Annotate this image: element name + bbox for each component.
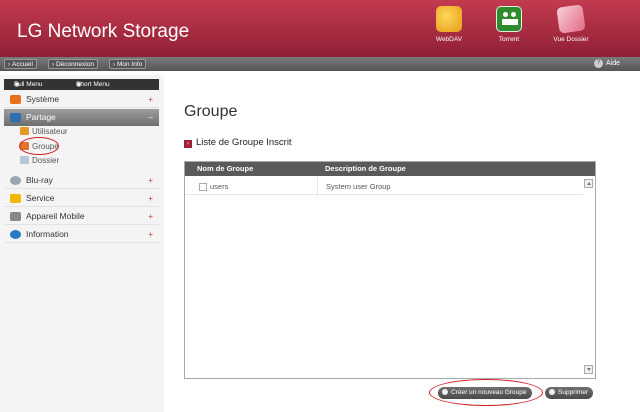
highlight-ring-create	[429, 379, 543, 406]
highlight-ring-groupe	[19, 137, 59, 155]
sidebar-item-label: Système	[26, 94, 60, 104]
expand-icon: +	[148, 230, 153, 239]
help-link[interactable]: ? Aide	[594, 59, 620, 69]
scroll-up-button[interactable]	[584, 179, 593, 188]
tab-short-menu[interactable]: Short Menu ◉	[76, 79, 110, 90]
sidebar-item-partage[interactable]: Partage –	[4, 109, 159, 126]
info-icon	[10, 230, 21, 239]
user-icon	[20, 127, 29, 135]
sidebar-item-label: Service	[26, 193, 55, 203]
expand-icon: +	[148, 176, 153, 185]
column-header-name: Nom de Groupe	[197, 164, 254, 173]
sidebar-item-information[interactable]: Information +	[4, 226, 159, 243]
top-toolbar: › Accueil › Déconnexion › Mon Info ? Aide	[0, 57, 640, 71]
folder-view-shortcut[interactable]: Vue Dossier	[546, 4, 596, 43]
torrent-label: Torrent	[498, 36, 520, 43]
webdav-shortcut[interactable]: WebDAV	[424, 6, 474, 43]
torrent-shortcut[interactable]: Torrent	[484, 6, 534, 43]
folder-view-label: Vue Dossier	[553, 36, 589, 43]
mobile-icon	[10, 212, 21, 221]
delete-icon	[549, 389, 555, 395]
table-header: Nom de Groupe Description de Groupe	[185, 162, 595, 176]
collapse-icon: –	[148, 113, 153, 122]
share-icon	[10, 113, 21, 122]
webdav-icon	[436, 6, 462, 32]
torrent-icon	[496, 6, 522, 32]
help-icon: ?	[594, 59, 603, 68]
scroll-down-button[interactable]	[584, 365, 593, 374]
system-icon	[10, 95, 21, 104]
sidebar-item-label: Appareil Mobile	[26, 211, 85, 221]
star-icon	[10, 194, 21, 203]
home-button[interactable]: › Accueil	[4, 59, 37, 69]
table-row[interactable]: users System user Group	[185, 179, 583, 195]
section-marker-icon: ›	[184, 140, 192, 148]
sidebar-item-label: Blu-ray	[26, 175, 53, 185]
app-header: LG Network Storage WebDAV Torrent Vue Do…	[0, 0, 640, 60]
expand-icon: +	[148, 212, 153, 221]
sidebar-item-label: Information	[26, 229, 69, 239]
section-title: › Liste de Groupe Inscrit	[184, 137, 292, 148]
delete-button[interactable]: Supprimer	[545, 387, 593, 399]
sidebar-item-service[interactable]: Service +	[4, 190, 159, 207]
logout-button[interactable]: › Déconnexion	[48, 59, 98, 69]
app-title: LG Network Storage	[17, 21, 190, 42]
sidebar-item-label: Partage	[26, 112, 56, 122]
bluray-icon	[10, 176, 21, 185]
sidebar-item-bluray[interactable]: Blu-ray +	[4, 172, 159, 189]
sidebar-item-appareil-mobile[interactable]: Appareil Mobile +	[4, 208, 159, 225]
folder-icon	[20, 156, 29, 164]
column-header-description: Description de Groupe	[325, 164, 406, 173]
expand-icon: +	[148, 95, 153, 104]
expand-icon: +	[148, 194, 153, 203]
sidebar-item-systeme[interactable]: Système +	[4, 91, 159, 108]
sidebar-subitem-dossier[interactable]: Dossier	[20, 155, 59, 167]
row-checkbox[interactable]	[199, 183, 207, 191]
menu-mode-tabs: Full Menu ◉ Short Menu ◉	[4, 79, 159, 90]
page-title: Groupe	[184, 103, 238, 120]
group-description-cell: System user Group	[326, 182, 391, 191]
sidebar-subitem-utilisateur[interactable]: Utilisateur	[20, 126, 68, 138]
webdav-label: WebDAV	[435, 36, 463, 43]
my-info-button[interactable]: › Mon Info	[109, 59, 147, 69]
group-name-cell: users	[210, 182, 229, 191]
tab-full-menu[interactable]: Full Menu ◉	[14, 79, 43, 90]
group-table: Nom de Groupe Description de Groupe user…	[184, 161, 596, 379]
folder-view-icon	[556, 4, 586, 34]
